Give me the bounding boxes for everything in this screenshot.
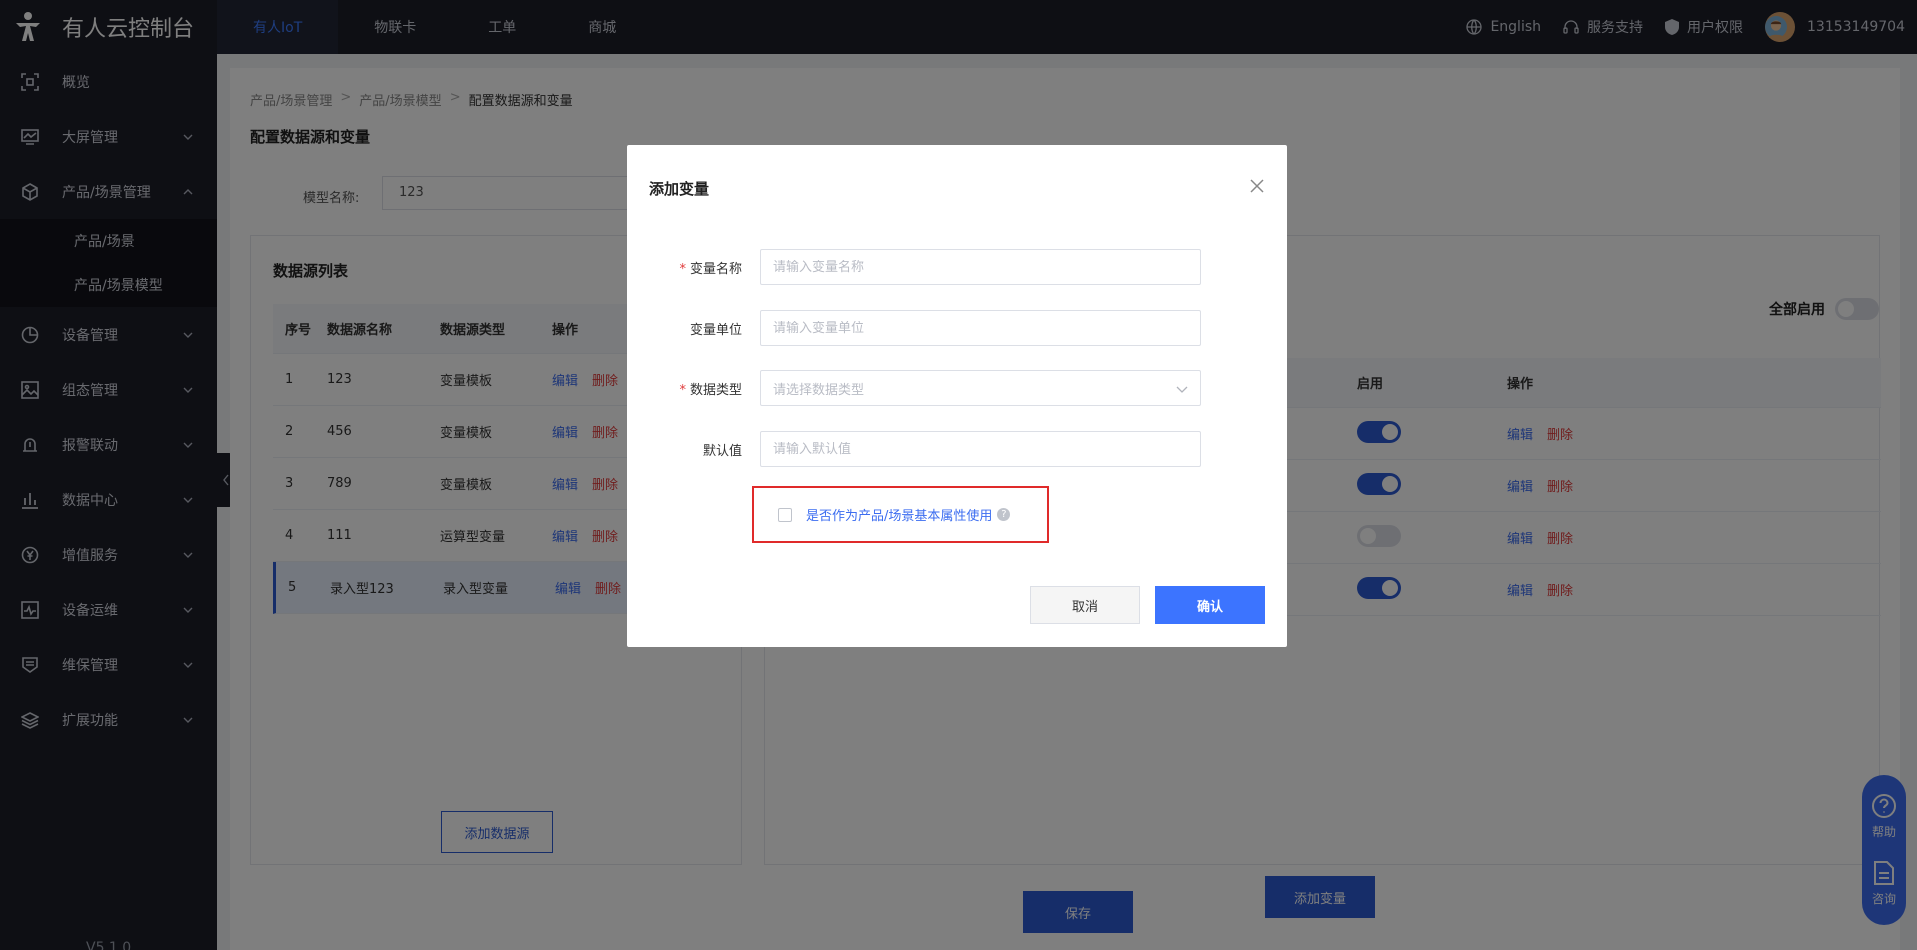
- variable-name-input[interactable]: [773, 259, 1200, 275]
- basic-attribute-label[interactable]: 是否作为产品/场景基本属性使用: [806, 505, 992, 524]
- form-row-name: * 变量名称: [627, 249, 1287, 285]
- form-row-unit: 变量单位: [627, 310, 1287, 346]
- default-value-input[interactable]: [773, 441, 1200, 457]
- data-type-select[interactable]: 请选择数据类型: [760, 370, 1201, 406]
- select-placeholder: 请选择数据类型: [773, 382, 865, 398]
- chevron-down-icon: [1176, 386, 1188, 393]
- field-label: * 变量名称: [679, 261, 742, 277]
- field-label: 默认值: [702, 443, 742, 459]
- default-value-field[interactable]: [760, 431, 1201, 467]
- close-icon[interactable]: [1249, 178, 1265, 194]
- confirm-button[interactable]: 确认: [1155, 586, 1265, 624]
- form-row-type: * 数据类型 请选择数据类型: [627, 370, 1287, 406]
- variable-unit-input[interactable]: [773, 320, 1200, 336]
- field-label: * 数据类型: [679, 382, 742, 398]
- required-mark: *: [679, 382, 686, 398]
- question-icon[interactable]: ?: [997, 508, 1011, 521]
- basic-attribute-option: 是否作为产品/场景基本属性使用 ?: [752, 486, 1049, 543]
- variable-name-field[interactable]: [760, 249, 1201, 285]
- required-mark: *: [679, 261, 686, 277]
- dialog-title: 添加变量: [649, 180, 710, 198]
- basic-attribute-checkbox[interactable]: [778, 507, 792, 522]
- form-row-default: 默认值: [627, 431, 1287, 467]
- field-label: 变量单位: [689, 322, 742, 338]
- variable-unit-field[interactable]: [760, 310, 1201, 346]
- add-variable-dialog: 添加变量 *变量名称 变量单位 *数据类型 请选择数据类型 默认值 是否作为产品…: [627, 145, 1287, 647]
- cancel-button[interactable]: 取消: [1030, 586, 1140, 624]
